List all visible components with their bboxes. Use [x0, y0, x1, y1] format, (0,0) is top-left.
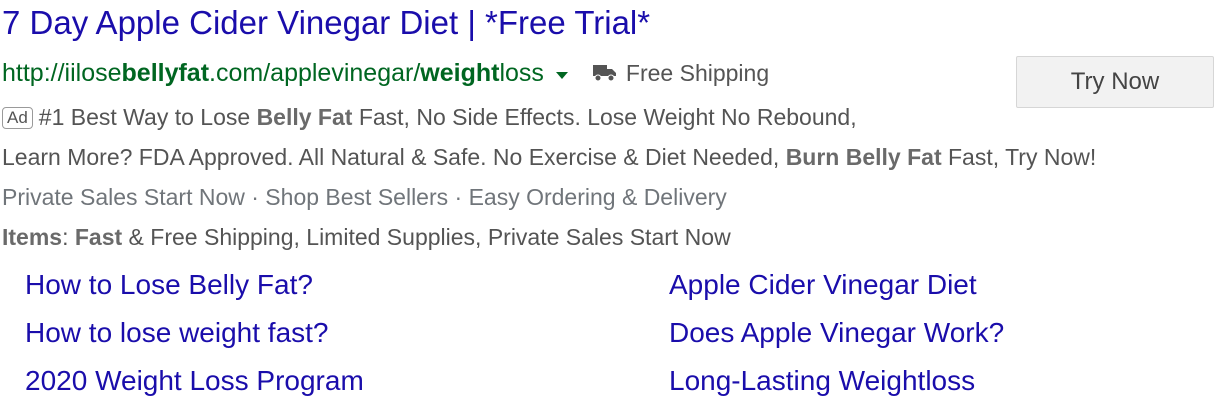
sitelink-apple-cider-vinegar-diet[interactable]: Apple Cider Vinegar Diet	[669, 268, 977, 302]
ad-callouts: Private Sales Start Now · Shop Best Sell…	[2, 184, 727, 210]
ad-badge: Ad	[2, 107, 33, 129]
shipping-label: Free Shipping	[625, 59, 770, 86]
ad-display-url[interactable]: http://iilosebellyfat.com/applevinegar/w…	[2, 59, 544, 88]
caret-down-icon[interactable]	[555, 71, 568, 79]
sitelink-weight-loss-program[interactable]: 2020 Weight Loss Program	[25, 364, 364, 398]
shipping-annotation: Free Shipping	[592, 60, 769, 87]
truck-icon	[592, 65, 616, 82]
ad-title-link[interactable]: 7 Day Apple Cider Vinegar Diet | *Free T…	[2, 2, 650, 44]
ad-description-line-2: Learn More? FDA Approved. All Natural & …	[2, 144, 1097, 170]
sitelink-lose-weight-fast[interactable]: How to lose weight fast?	[25, 316, 329, 350]
ad-url-row: http://iilosebellyfat.com/applevinegar/w…	[2, 55, 769, 91]
sitelink-long-lasting-weightloss[interactable]: Long-Lasting Weightloss	[669, 364, 975, 398]
try-now-button[interactable]: Try Now	[1016, 56, 1214, 108]
sitelink-lose-belly-fat[interactable]: How to Lose Belly Fat?	[25, 268, 313, 302]
ad-description-line-1: Ad #1 Best Way to Lose Belly Fat Fast, No…	[2, 102, 857, 132]
search-ad: 7 Day Apple Cider Vinegar Diet | *Free T…	[0, 0, 1216, 410]
snippet-label: Items	[2, 224, 63, 250]
sitelink-apple-vinegar-work[interactable]: Does Apple Vinegar Work?	[669, 316, 1004, 350]
ad-structured-snippet: Items: Fast & Free Shipping, Limited Sup…	[2, 224, 731, 250]
